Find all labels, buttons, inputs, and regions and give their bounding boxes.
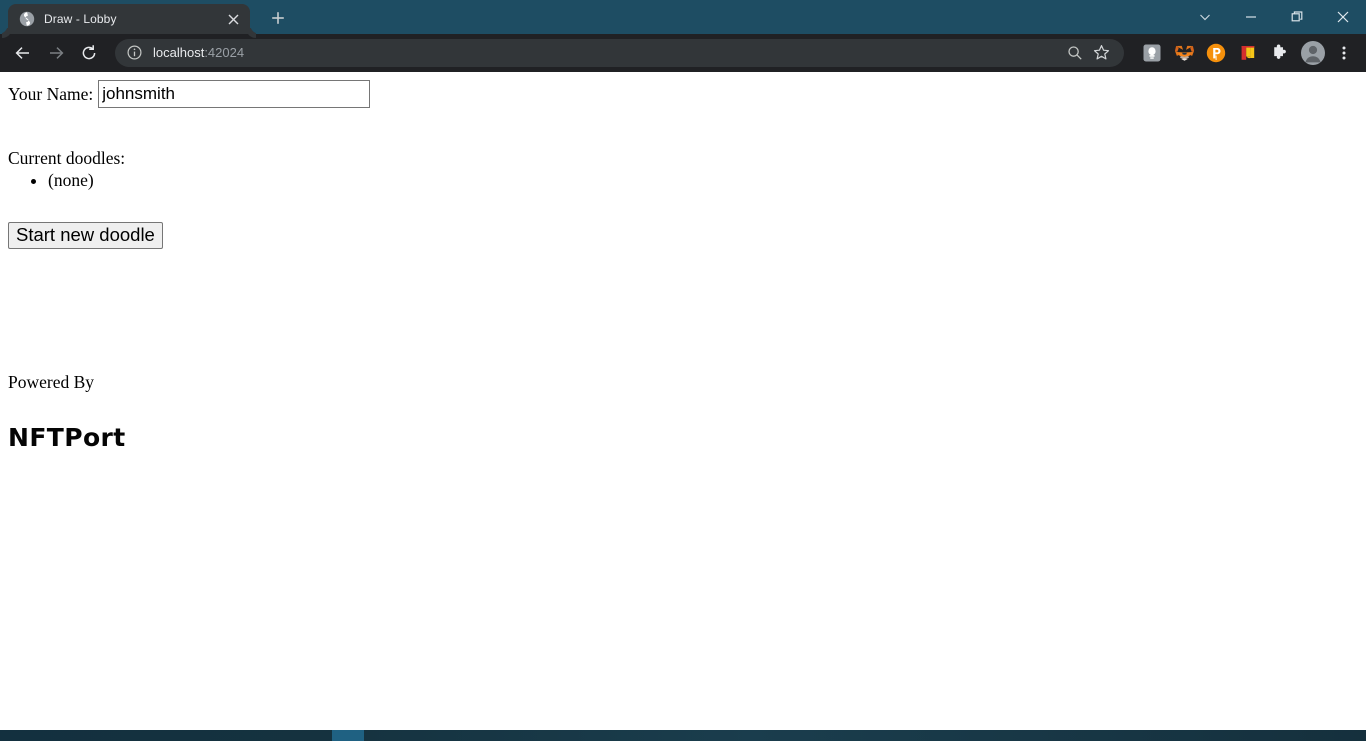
doodle-list: (none)	[8, 170, 1358, 191]
new-tab-button[interactable]	[264, 4, 292, 32]
puzzle-extensions-icon[interactable]	[1266, 39, 1294, 67]
search-icon[interactable]	[1062, 40, 1088, 66]
taskbar-active-window-item[interactable]	[332, 730, 364, 741]
reader-extension-icon[interactable]	[1138, 39, 1166, 67]
start-new-doodle-button[interactable]: Start new doodle	[8, 222, 163, 250]
title-bar: Draw - Lobby	[0, 0, 1366, 34]
doodles-heading: Current doodles:	[8, 148, 126, 168]
list-item: (none)	[48, 170, 1358, 191]
name-input[interactable]	[98, 80, 371, 108]
bookmark-star-icon[interactable]	[1088, 40, 1114, 66]
address-bar-url: localhost:42024	[153, 45, 1062, 60]
name-row: Your Name:	[8, 80, 1358, 108]
globe-favicon	[18, 11, 35, 28]
name-label: Your Name:	[8, 83, 94, 104]
extension-icons	[1138, 39, 1294, 67]
back-arrow-icon[interactable]	[8, 38, 38, 68]
nftport-brand: NFTPort	[8, 423, 126, 453]
browser-tab-active[interactable]: Draw - Lobby	[8, 4, 250, 34]
powered-by-label: Powered By	[8, 372, 95, 393]
tab-title: Draw - Lobby	[44, 12, 117, 26]
page-content: Your Name: Current doodles: (none) Start…	[0, 72, 1366, 458]
page-viewport: Your Name: Current doodles: (none) Start…	[0, 72, 1366, 741]
browser-menu-icon[interactable]	[1330, 38, 1358, 68]
url-port: :42024	[204, 45, 245, 60]
forward-arrow-icon[interactable]	[41, 38, 71, 68]
close-icon[interactable]	[224, 10, 242, 28]
metamask-extension-icon[interactable]	[1170, 39, 1198, 67]
browser-window: Draw - Lobby localhost:42024 Your Name: …	[0, 0, 1366, 741]
tab-search-chevron-down-icon[interactable]	[1182, 0, 1228, 34]
phantom-extension-icon[interactable]	[1202, 39, 1230, 67]
address-bar[interactable]: localhost:42024	[115, 38, 1124, 67]
tab-strip: Draw - Lobby	[0, 0, 292, 34]
maximize-icon[interactable]	[1274, 0, 1320, 34]
url-host: localhost	[153, 45, 205, 60]
omnibox-actions	[1062, 40, 1114, 66]
avatar[interactable]	[1298, 38, 1328, 68]
os-taskbar	[0, 730, 1366, 741]
window-controls	[1182, 0, 1366, 34]
browser-toolbar: localhost:42024	[0, 34, 1366, 72]
wallet-extension-icon[interactable]	[1234, 39, 1262, 67]
site-info-icon[interactable]	[125, 44, 143, 62]
reload-icon[interactable]	[74, 38, 104, 68]
minimize-icon[interactable]	[1228, 0, 1274, 34]
window-close-icon[interactable]	[1320, 0, 1366, 34]
